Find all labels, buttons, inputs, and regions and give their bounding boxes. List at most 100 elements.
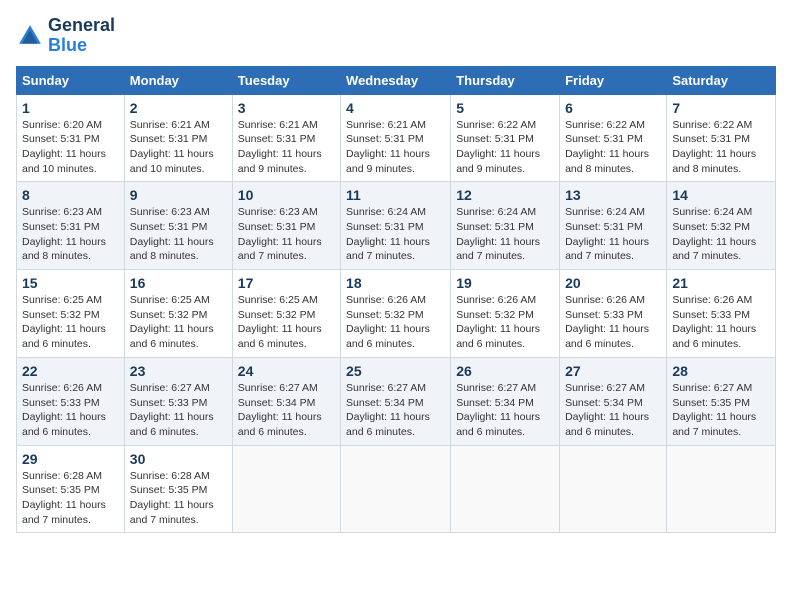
calendar-week-row: 1 Sunrise: 6:20 AMSunset: 5:31 PMDaylight… xyxy=(17,94,776,182)
day-info: Sunrise: 6:24 AMSunset: 5:31 PMDaylight:… xyxy=(456,205,554,264)
calendar-cell: 25 Sunrise: 6:27 AMSunset: 5:34 PMDayligh… xyxy=(341,357,451,445)
calendar-cell: 10 Sunrise: 6:23 AMSunset: 5:31 PMDayligh… xyxy=(232,182,340,270)
day-info: Sunrise: 6:24 AMSunset: 5:31 PMDaylight:… xyxy=(346,205,445,264)
day-info: Sunrise: 6:25 AMSunset: 5:32 PMDaylight:… xyxy=(238,293,335,352)
day-number: 19 xyxy=(456,275,554,291)
day-info: Sunrise: 6:21 AMSunset: 5:31 PMDaylight:… xyxy=(238,118,335,177)
day-number: 1 xyxy=(22,100,119,116)
col-header-friday: Friday xyxy=(560,66,667,94)
day-number: 4 xyxy=(346,100,445,116)
calendar-cell: 4 Sunrise: 6:21 AMSunset: 5:31 PMDaylight… xyxy=(341,94,451,182)
day-number: 30 xyxy=(130,451,227,467)
calendar-cell: 14 Sunrise: 6:24 AMSunset: 5:32 PMDayligh… xyxy=(667,182,776,270)
calendar-cell xyxy=(667,445,776,533)
day-number: 24 xyxy=(238,363,335,379)
day-info: Sunrise: 6:24 AMSunset: 5:31 PMDaylight:… xyxy=(565,205,661,264)
calendar-cell: 20Sunrise: 6:26 AMSunset: 5:33 PMDayligh… xyxy=(560,270,667,358)
day-info: Sunrise: 6:28 AMSunset: 5:35 PMDaylight:… xyxy=(22,469,119,528)
day-info: Sunrise: 6:27 AMSunset: 5:33 PMDaylight:… xyxy=(130,381,227,440)
logo-text: General Blue xyxy=(48,16,115,56)
calendar-cell xyxy=(232,445,340,533)
calendar-cell: 6Sunrise: 6:22 AMSunset: 5:31 PMDaylight… xyxy=(560,94,667,182)
day-number: 22 xyxy=(22,363,119,379)
day-number: 15 xyxy=(22,275,119,291)
calendar-cell: 15 Sunrise: 6:25 AMSunset: 5:32 PMDayligh… xyxy=(17,270,125,358)
calendar-cell: 27 Sunrise: 6:27 AMSunset: 5:34 PMDayligh… xyxy=(560,357,667,445)
day-number: 18 xyxy=(346,275,445,291)
day-number: 27 xyxy=(565,363,661,379)
day-info: Sunrise: 6:27 AMSunset: 5:35 PMDaylight:… xyxy=(672,381,770,440)
calendar-cell: 17 Sunrise: 6:25 AMSunset: 5:32 PMDayligh… xyxy=(232,270,340,358)
day-number: 16 xyxy=(130,275,227,291)
day-info: Sunrise: 6:27 AMSunset: 5:34 PMDaylight:… xyxy=(346,381,445,440)
day-number: 26 xyxy=(456,363,554,379)
calendar-cell: 29Sunrise: 6:28 AMSunset: 5:35 PMDayligh… xyxy=(17,445,125,533)
calendar-week-row: 8Sunrise: 6:23 AMSunset: 5:31 PMDaylight… xyxy=(17,182,776,270)
day-info: Sunrise: 6:23 AMSunset: 5:31 PMDaylight:… xyxy=(130,205,227,264)
day-info: Sunrise: 6:27 AMSunset: 5:34 PMDaylight:… xyxy=(456,381,554,440)
day-info: Sunrise: 6:27 AMSunset: 5:34 PMDaylight:… xyxy=(565,381,661,440)
calendar-cell: 26 Sunrise: 6:27 AMSunset: 5:34 PMDayligh… xyxy=(451,357,560,445)
day-number: 7 xyxy=(672,100,770,116)
day-info: Sunrise: 6:25 AMSunset: 5:32 PMDaylight:… xyxy=(22,293,119,352)
day-number: 6 xyxy=(565,100,661,116)
col-header-wednesday: Wednesday xyxy=(341,66,451,94)
calendar-cell: 3 Sunrise: 6:21 AMSunset: 5:31 PMDaylight… xyxy=(232,94,340,182)
calendar-cell xyxy=(451,445,560,533)
calendar-cell: 19 Sunrise: 6:26 AMSunset: 5:32 PMDayligh… xyxy=(451,270,560,358)
day-number: 20 xyxy=(565,275,661,291)
calendar-cell: 2Sunrise: 6:21 AMSunset: 5:31 PMDaylight… xyxy=(124,94,232,182)
day-number: 10 xyxy=(238,187,335,203)
day-info: Sunrise: 6:21 AMSunset: 5:31 PMDaylight:… xyxy=(346,118,445,177)
day-info: Sunrise: 6:23 AMSunset: 5:31 PMDaylight:… xyxy=(238,205,335,264)
day-number: 9 xyxy=(130,187,227,203)
day-number: 28 xyxy=(672,363,770,379)
calendar-cell xyxy=(341,445,451,533)
calendar-cell: 9 Sunrise: 6:23 AMSunset: 5:31 PMDaylight… xyxy=(124,182,232,270)
calendar-cell xyxy=(560,445,667,533)
calendar-cell: 28 Sunrise: 6:27 AMSunset: 5:35 PMDayligh… xyxy=(667,357,776,445)
day-number: 13 xyxy=(565,187,661,203)
calendar-cell: 1 Sunrise: 6:20 AMSunset: 5:31 PMDaylight… xyxy=(17,94,125,182)
col-header-sunday: Sunday xyxy=(17,66,125,94)
day-info: Sunrise: 6:22 AMSunset: 5:31 PMDaylight:… xyxy=(456,118,554,177)
day-number: 3 xyxy=(238,100,335,116)
day-info: Sunrise: 6:26 AMSunset: 5:33 PMDaylight:… xyxy=(22,381,119,440)
day-info: Sunrise: 6:26 AMSunset: 5:33 PMDaylight:… xyxy=(672,293,770,352)
calendar-header-row: SundayMondayTuesdayWednesdayThursdayFrid… xyxy=(17,66,776,94)
calendar-table: SundayMondayTuesdayWednesdayThursdayFrid… xyxy=(16,66,776,534)
day-info: Sunrise: 6:27 AMSunset: 5:34 PMDaylight:… xyxy=(238,381,335,440)
calendar-week-row: 22 Sunrise: 6:26 AMSunset: 5:33 PMDayligh… xyxy=(17,357,776,445)
day-info: Sunrise: 6:25 AMSunset: 5:32 PMDaylight:… xyxy=(130,293,227,352)
calendar-cell: 7 Sunrise: 6:22 AMSunset: 5:31 PMDaylight… xyxy=(667,94,776,182)
day-info: Sunrise: 6:22 AMSunset: 5:31 PMDaylight:… xyxy=(672,118,770,177)
calendar-week-row: 29Sunrise: 6:28 AMSunset: 5:35 PMDayligh… xyxy=(17,445,776,533)
day-number: 17 xyxy=(238,275,335,291)
day-number: 23 xyxy=(130,363,227,379)
calendar-cell: 5 Sunrise: 6:22 AMSunset: 5:31 PMDaylight… xyxy=(451,94,560,182)
calendar-cell: 12 Sunrise: 6:24 AMSunset: 5:31 PMDayligh… xyxy=(451,182,560,270)
calendar-cell: 8Sunrise: 6:23 AMSunset: 5:31 PMDaylight… xyxy=(17,182,125,270)
col-header-tuesday: Tuesday xyxy=(232,66,340,94)
day-info: Sunrise: 6:24 AMSunset: 5:32 PMDaylight:… xyxy=(672,205,770,264)
calendar-cell: 18Sunrise: 6:26 AMSunset: 5:32 PMDayligh… xyxy=(341,270,451,358)
calendar-cell: 23 Sunrise: 6:27 AMSunset: 5:33 PMDayligh… xyxy=(124,357,232,445)
day-number: 14 xyxy=(672,187,770,203)
calendar-week-row: 15 Sunrise: 6:25 AMSunset: 5:32 PMDayligh… xyxy=(17,270,776,358)
day-number: 5 xyxy=(456,100,554,116)
day-info: Sunrise: 6:26 AMSunset: 5:32 PMDaylight:… xyxy=(456,293,554,352)
day-info: Sunrise: 6:20 AMSunset: 5:31 PMDaylight:… xyxy=(22,118,119,177)
logo-icon xyxy=(16,22,44,50)
day-number: 12 xyxy=(456,187,554,203)
day-number: 2 xyxy=(130,100,227,116)
day-info: Sunrise: 6:23 AMSunset: 5:31 PMDaylight:… xyxy=(22,205,119,264)
day-number: 11 xyxy=(346,187,445,203)
page-header: General Blue xyxy=(16,16,776,56)
calendar-cell: 11 Sunrise: 6:24 AMSunset: 5:31 PMDayligh… xyxy=(341,182,451,270)
col-header-monday: Monday xyxy=(124,66,232,94)
calendar-cell: 30Sunrise: 6:28 AMSunset: 5:35 PMDayligh… xyxy=(124,445,232,533)
calendar-cell: 13 Sunrise: 6:24 AMSunset: 5:31 PMDayligh… xyxy=(560,182,667,270)
calendar-cell: 16 Sunrise: 6:25 AMSunset: 5:32 PMDayligh… xyxy=(124,270,232,358)
day-number: 25 xyxy=(346,363,445,379)
day-number: 21 xyxy=(672,275,770,291)
